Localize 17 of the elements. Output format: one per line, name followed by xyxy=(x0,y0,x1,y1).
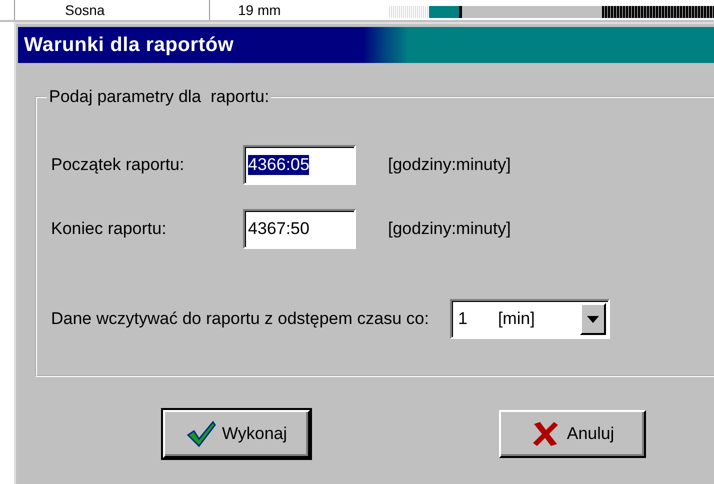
field-label: Koniec raportu: xyxy=(51,219,168,239)
field-label: Dane wczytywać do raportu z odstępem czasu co: xyxy=(51,309,429,329)
table-cell: Sosna xyxy=(14,0,209,20)
cancel-button[interactable]: Anuluj xyxy=(499,410,646,458)
group-title: Podaj parametry dla raportu: xyxy=(48,87,270,107)
format-hint: [godziny:minuty] xyxy=(388,155,511,175)
interval-dropdown[interactable]: 1 [min] xyxy=(450,299,610,339)
dropdown-button[interactable] xyxy=(580,303,606,335)
checkmark-icon xyxy=(186,420,216,448)
field-label: Początek raportu: xyxy=(51,155,186,175)
input-field[interactable]: 4366:05 xyxy=(243,145,356,185)
close-icon xyxy=(530,420,561,448)
format-hint: [godziny:minuty] xyxy=(388,219,511,239)
input-field[interactable]: 4367:50 xyxy=(243,209,356,249)
caret-icon xyxy=(586,316,599,322)
window-title: Warunki dla raportów xyxy=(23,34,234,56)
ok-button[interactable]: Wykonaj xyxy=(163,410,310,458)
